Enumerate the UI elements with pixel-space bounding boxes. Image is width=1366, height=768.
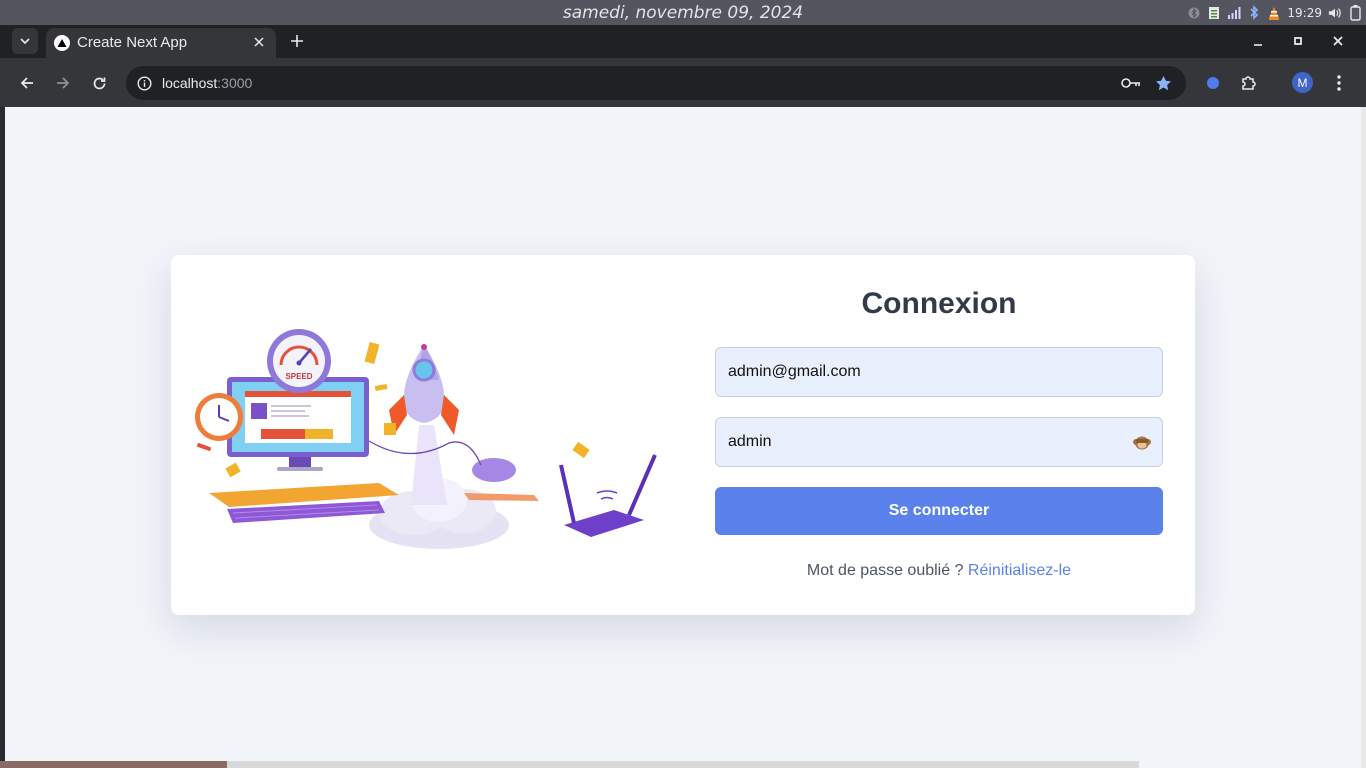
os-clock[interactable]: 19:29 — [1287, 6, 1322, 20]
close-icon — [1333, 36, 1343, 46]
minimize-icon — [1254, 44, 1262, 46]
reload-icon — [93, 77, 105, 89]
nextjs-favicon-icon — [54, 35, 70, 51]
arrow-left-icon — [20, 77, 33, 89]
puzzle-icon — [1242, 76, 1256, 90]
password-input[interactable] — [728, 418, 1118, 466]
right-window-edge — [1361, 107, 1366, 768]
browser-menu-button[interactable] — [1325, 69, 1353, 97]
browser-toolbar: localhost:3000 M — [0, 58, 1366, 107]
minimize-window-button[interactable] — [1246, 30, 1270, 52]
keyboard-icon — [209, 483, 399, 523]
extensions-button[interactable] — [1235, 69, 1263, 97]
desktop-background-strip — [0, 761, 227, 768]
chevron-down-icon — [20, 38, 30, 45]
browser-tabstrip: Create Next App — [0, 25, 1366, 58]
monkey-icon[interactable] — [1132, 433, 1152, 451]
more-vertical-icon — [1337, 75, 1341, 91]
hero-illustration: SPEED — [195, 329, 657, 549]
email-field[interactable] — [715, 347, 1163, 397]
login-submit-button[interactable]: Se connecter — [715, 487, 1163, 535]
page-viewport: SPEED Connexion admin@gmail.com admin Se… — [5, 107, 1361, 768]
maximize-window-button[interactable] — [1286, 30, 1310, 52]
address-bar[interactable]: localhost:3000 — [126, 66, 1186, 100]
close-window-button[interactable] — [1326, 30, 1350, 52]
extension-blue-dot-button[interactable] — [1199, 69, 1227, 97]
tab-title: Create Next App — [77, 34, 188, 51]
password-field[interactable] — [715, 417, 1163, 467]
arrow-right-icon — [57, 77, 70, 89]
os-date: samedi, novembre 09, 2024 — [562, 3, 804, 23]
password-key-icon[interactable] — [1120, 73, 1142, 93]
volume-icon[interactable] — [1328, 6, 1342, 20]
new-tab-button[interactable] — [286, 30, 308, 52]
clock-icon — [195, 393, 243, 441]
plus-icon — [291, 35, 303, 47]
login-card: SPEED Connexion admin@gmail.com admin Se… — [171, 255, 1195, 615]
battery-icon[interactable] — [1348, 4, 1362, 21]
email-input[interactable] — [728, 348, 1118, 396]
site-info-icon[interactable] — [134, 73, 154, 93]
bluetooth-icon[interactable] — [1247, 5, 1261, 20]
router-icon — [559, 454, 657, 537]
back-button[interactable] — [13, 69, 41, 97]
blue-circle-icon — [1207, 77, 1219, 89]
rocket-icon — [389, 344, 459, 435]
address-url[interactable]: localhost:3000 — [162, 75, 252, 91]
tab-close-icon[interactable] — [250, 33, 268, 51]
bottom-window-strip — [227, 761, 1139, 768]
reset-password-link[interactable]: Réinitialisez-le — [968, 562, 1071, 579]
os-top-bar: samedi, novembre 09, 2024 19:29 — [0, 0, 1366, 25]
forward-button[interactable] — [49, 69, 77, 97]
browser-tab-active[interactable]: Create Next App — [46, 28, 276, 58]
speed-gauge-icon: SPEED — [267, 329, 331, 393]
forgot-password-text: Mot de passe oublié ? — [806, 562, 964, 579]
url-port: :3000 — [217, 75, 253, 91]
profile-avatar[interactable]: M — [1292, 72, 1313, 93]
url-host: localhost — [162, 75, 218, 91]
system-tray: 19:29 — [1187, 3, 1362, 22]
maximize-icon — [1294, 37, 1302, 45]
network-icon[interactable] — [1227, 6, 1241, 20]
forgot-password-row: Mot de passe oublié ? Réinitialisez-le — [715, 562, 1163, 580]
bluetooth-small-icon[interactable] — [1187, 6, 1201, 20]
reload-button[interactable] — [85, 69, 113, 97]
login-title: Connexion — [861, 287, 1017, 320]
vlc-icon[interactable] — [1267, 6, 1281, 20]
bookmark-star-icon[interactable] — [1152, 73, 1174, 93]
clipboard-icon[interactable] — [1207, 6, 1221, 20]
speed-label: SPEED — [285, 372, 312, 381]
tab-search-button[interactable] — [12, 28, 38, 54]
